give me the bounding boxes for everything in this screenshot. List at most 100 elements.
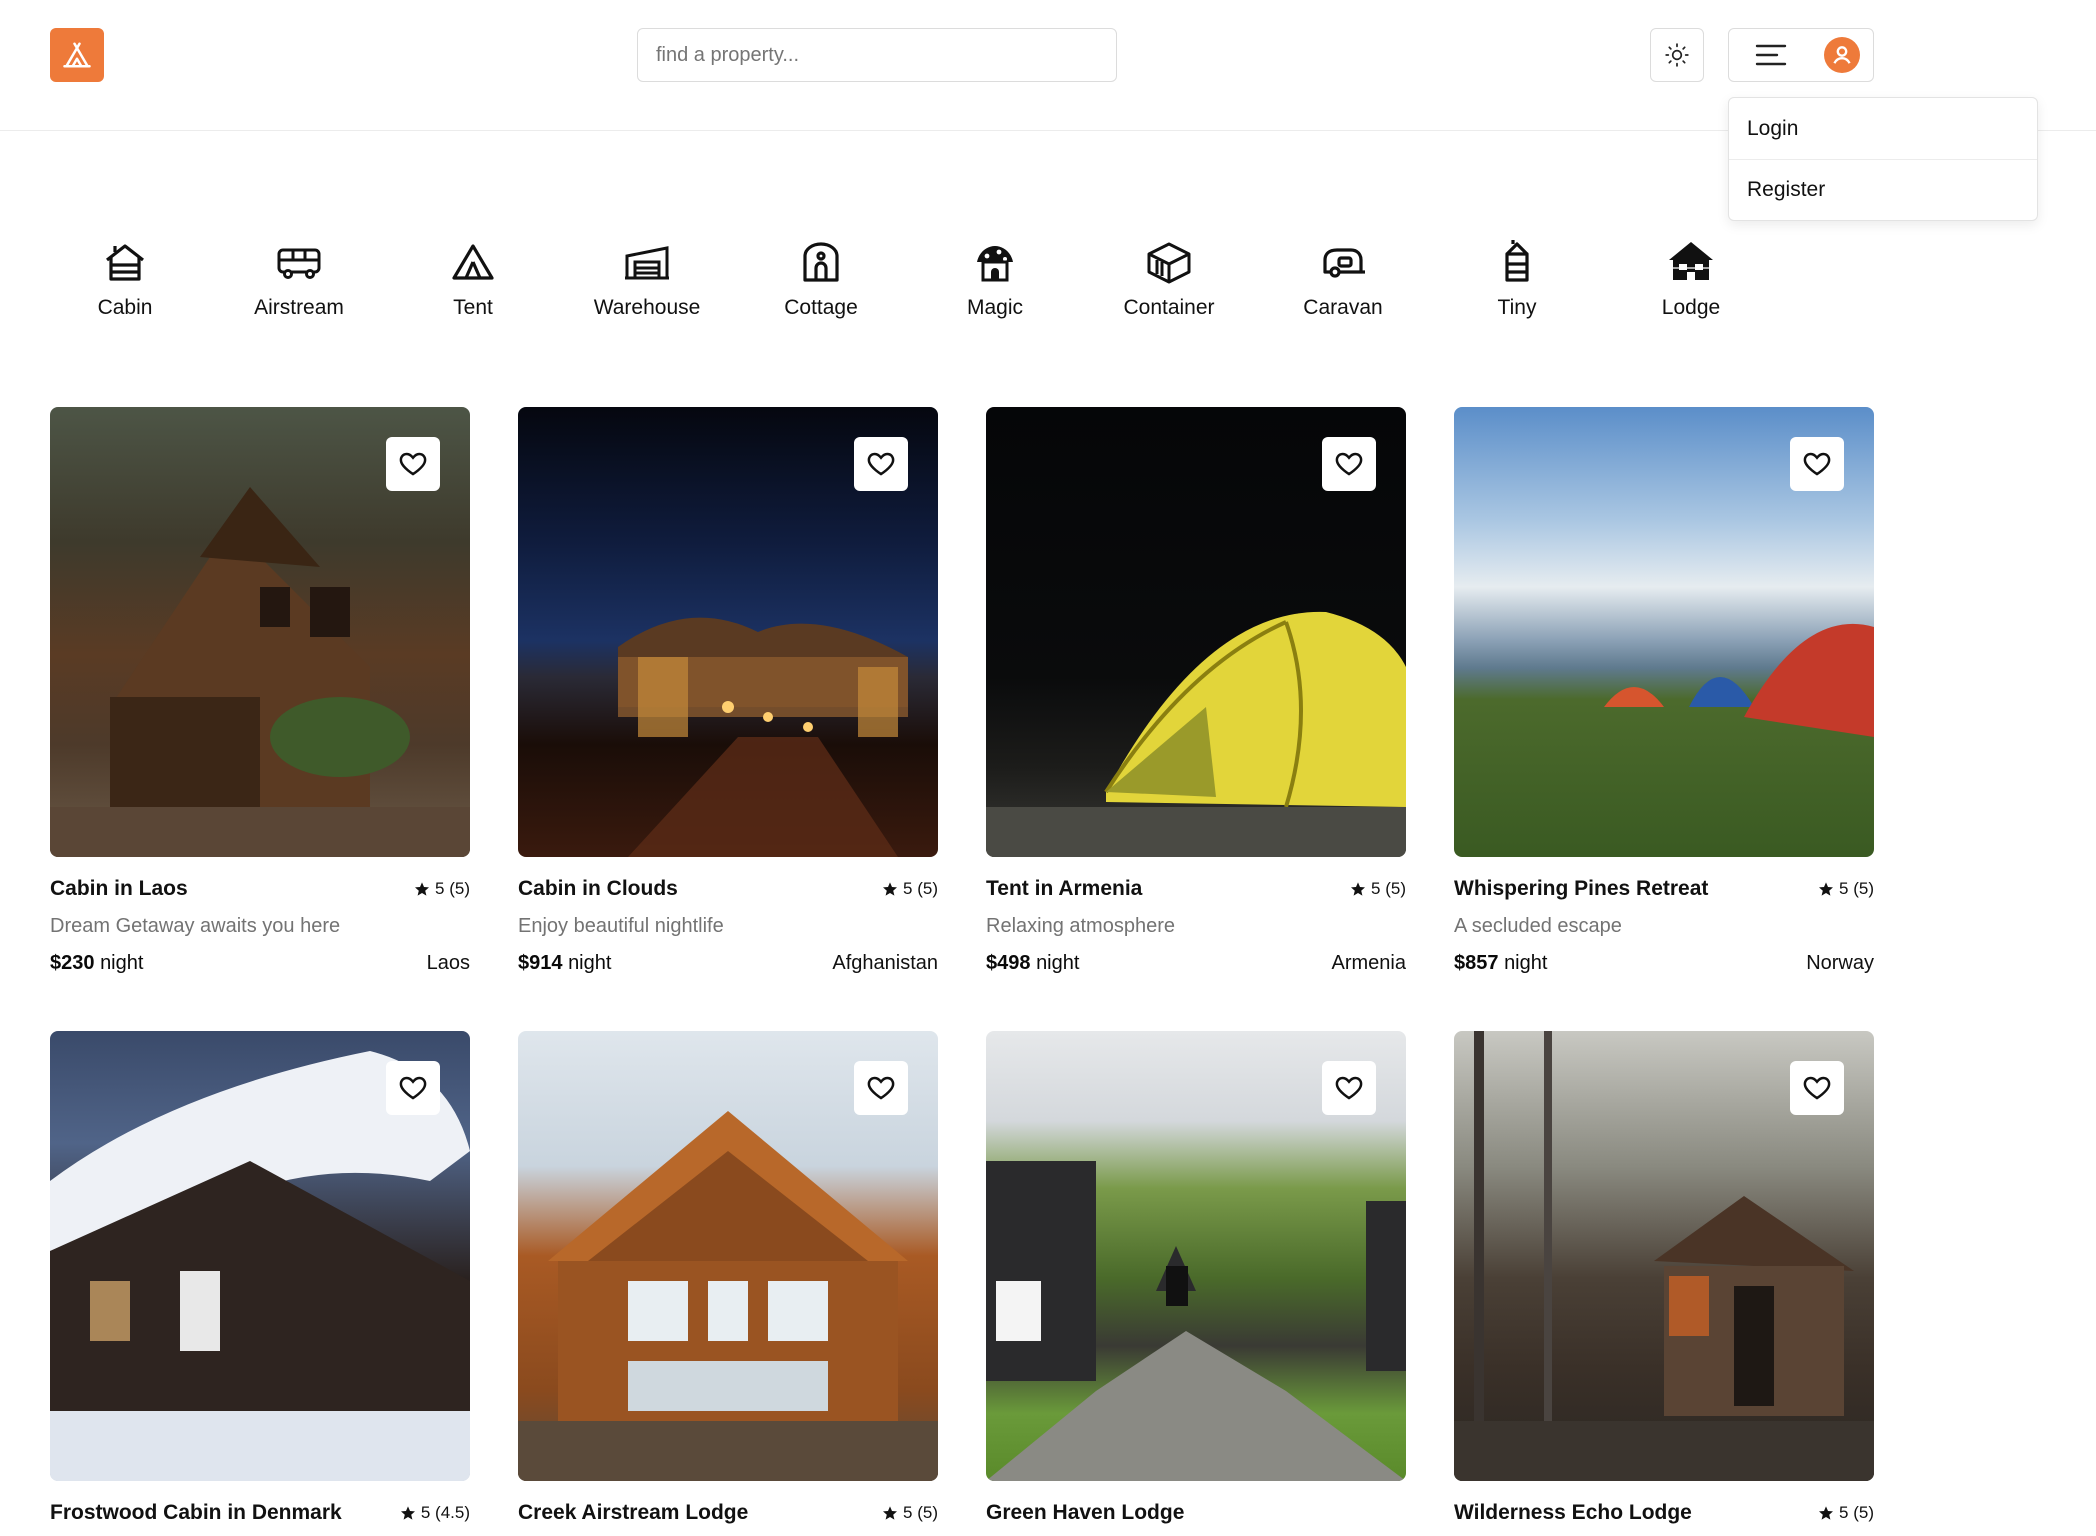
favorite-button[interactable]	[386, 1061, 440, 1115]
listing-card[interactable]: Frostwood Cabin in Denmark 5 (4.5)	[50, 1031, 470, 1525]
register-menu-item[interactable]: Register	[1729, 159, 2037, 220]
heart-icon	[867, 1076, 895, 1100]
listing-photo[interactable]	[1454, 407, 1874, 857]
listing-rating: 5 (4.5)	[400, 1503, 470, 1523]
heart-icon	[399, 1076, 427, 1100]
category-label: Cabin	[97, 296, 153, 319]
heart-icon	[867, 452, 895, 476]
price-unit: night	[1504, 952, 1548, 974]
listing-tagline: Relaxing atmosphere	[986, 915, 1175, 937]
favorite-button[interactable]	[386, 437, 440, 491]
price-amount: $230	[50, 952, 95, 974]
user-menu-button[interactable]	[1728, 28, 1874, 82]
cabin-icon	[106, 244, 144, 281]
lodge-icon	[1669, 242, 1713, 280]
price-amount: $498	[986, 952, 1031, 974]
favorite-button[interactable]	[1790, 1061, 1844, 1115]
listing-country: Armenia	[1331, 952, 1406, 974]
listing-title: Whispering Pines Retreat	[1454, 877, 1709, 900]
favorite-button[interactable]	[854, 437, 908, 491]
listing-photo[interactable]	[986, 407, 1406, 857]
favorite-button[interactable]	[854, 1061, 908, 1115]
hamburger-icon	[1755, 44, 1787, 66]
warehouse-icon	[625, 246, 669, 280]
listing-photo[interactable]	[518, 1031, 938, 1481]
listing-title: Green Haven Lodge	[986, 1501, 1185, 1524]
category-container[interactable]: Container	[1094, 238, 1244, 320]
magic-icon	[977, 246, 1013, 282]
listing-rating: 5 (5)	[882, 1503, 938, 1523]
container-icon	[1147, 242, 1191, 284]
listing-card[interactable]: Creek Airstream Lodge 5 (5)	[518, 1031, 938, 1525]
category-label: Container	[1123, 296, 1215, 319]
rating-value: 5 (4.5)	[420, 1503, 470, 1522]
category-label: Cottage	[784, 296, 858, 319]
category-tiny[interactable]: Tiny	[1442, 238, 1592, 320]
category-label: Tent	[453, 296, 493, 319]
category-label: Magic	[966, 296, 1024, 319]
caravan-icon	[1323, 248, 1365, 278]
listing-rating: 5 (5)	[1818, 1503, 1874, 1523]
heart-icon	[1335, 1076, 1363, 1100]
tiny-icon	[1505, 240, 1529, 282]
user-dropdown-menu: Login Register	[1728, 97, 2038, 221]
listing-title: Cabin in Laos	[50, 877, 188, 900]
category-caravan[interactable]: Caravan	[1268, 238, 1418, 320]
listing-country: Norway	[1806, 952, 1874, 974]
theme-toggle-button[interactable]	[1650, 28, 1704, 82]
favorite-button[interactable]	[1790, 437, 1844, 491]
login-menu-item[interactable]: Login	[1729, 98, 2037, 159]
star-icon	[400, 1506, 415, 1520]
listing-photo[interactable]	[50, 1031, 470, 1481]
tent-icon	[452, 244, 494, 280]
star-icon	[883, 1506, 898, 1520]
category-bar: Cabin Airstream Tent Warehouse Cottage M…	[50, 238, 1850, 338]
category-label: Lodge	[1661, 296, 1721, 319]
user-avatar-icon	[1824, 37, 1860, 73]
category-tent[interactable]: Tent	[398, 238, 548, 320]
listing-photo[interactable]	[518, 407, 938, 857]
heart-icon	[1803, 1076, 1831, 1100]
category-cabin[interactable]: Cabin	[50, 238, 200, 320]
heart-icon	[1335, 452, 1363, 476]
star-icon	[1819, 882, 1834, 896]
listing-card[interactable]: Cabin in Clouds 5 (5) Enjoy beautiful ni…	[518, 407, 938, 975]
star-icon	[1819, 1506, 1834, 1520]
star-icon	[883, 882, 898, 896]
listing-card[interactable]: Green Haven Lodge	[986, 1031, 1406, 1525]
rating-value: 5 (5)	[1839, 879, 1874, 898]
listing-card[interactable]: Tent in Armenia 5 (5) Relaxing atmospher…	[986, 407, 1406, 975]
listing-country: Afghanistan	[832, 952, 938, 974]
listing-price: $857 night	[1454, 952, 1547, 975]
rating-value: 5 (5)	[435, 879, 470, 898]
category-label: Tiny	[1497, 296, 1537, 319]
rating-value: 5 (5)	[1839, 1503, 1874, 1522]
listing-photo[interactable]	[1454, 1031, 1874, 1481]
favorite-button[interactable]	[1322, 437, 1376, 491]
listing-photo[interactable]	[50, 407, 470, 857]
price-amount: $914	[518, 952, 563, 974]
rating-value: 5 (5)	[903, 1503, 938, 1522]
home-logo[interactable]	[50, 28, 104, 82]
rating-value: 5 (5)	[903, 879, 938, 898]
listing-card[interactable]: Wilderness Echo Lodge 5 (5)	[1454, 1031, 1874, 1525]
listing-card[interactable]: Cabin in Laos 5 (5) Dream Getaway awaits…	[50, 407, 470, 975]
category-airstream[interactable]: Airstream	[224, 238, 374, 320]
category-label: Airstream	[254, 296, 344, 319]
listing-title: Frostwood Cabin in Denmark	[50, 1501, 342, 1524]
category-lodge[interactable]: Lodge	[1616, 238, 1766, 320]
listing-title: Wilderness Echo Lodge	[1454, 1501, 1692, 1524]
category-cottage[interactable]: Cottage	[746, 238, 896, 320]
category-label: Caravan	[1303, 296, 1383, 319]
listing-card[interactable]: Whispering Pines Retreat 5 (5) A seclude…	[1454, 407, 1874, 975]
airstream-icon	[277, 248, 321, 279]
category-warehouse[interactable]: Warehouse	[572, 238, 722, 320]
category-label: Warehouse	[593, 296, 701, 319]
listing-tagline: A secluded escape	[1454, 915, 1622, 937]
favorite-button[interactable]	[1322, 1061, 1376, 1115]
search-input[interactable]	[637, 28, 1117, 82]
rating-value: 5 (5)	[1371, 879, 1406, 898]
price-unit: night	[100, 952, 144, 974]
listing-photo[interactable]	[986, 1031, 1406, 1481]
category-magic[interactable]: Magic	[920, 238, 1070, 320]
